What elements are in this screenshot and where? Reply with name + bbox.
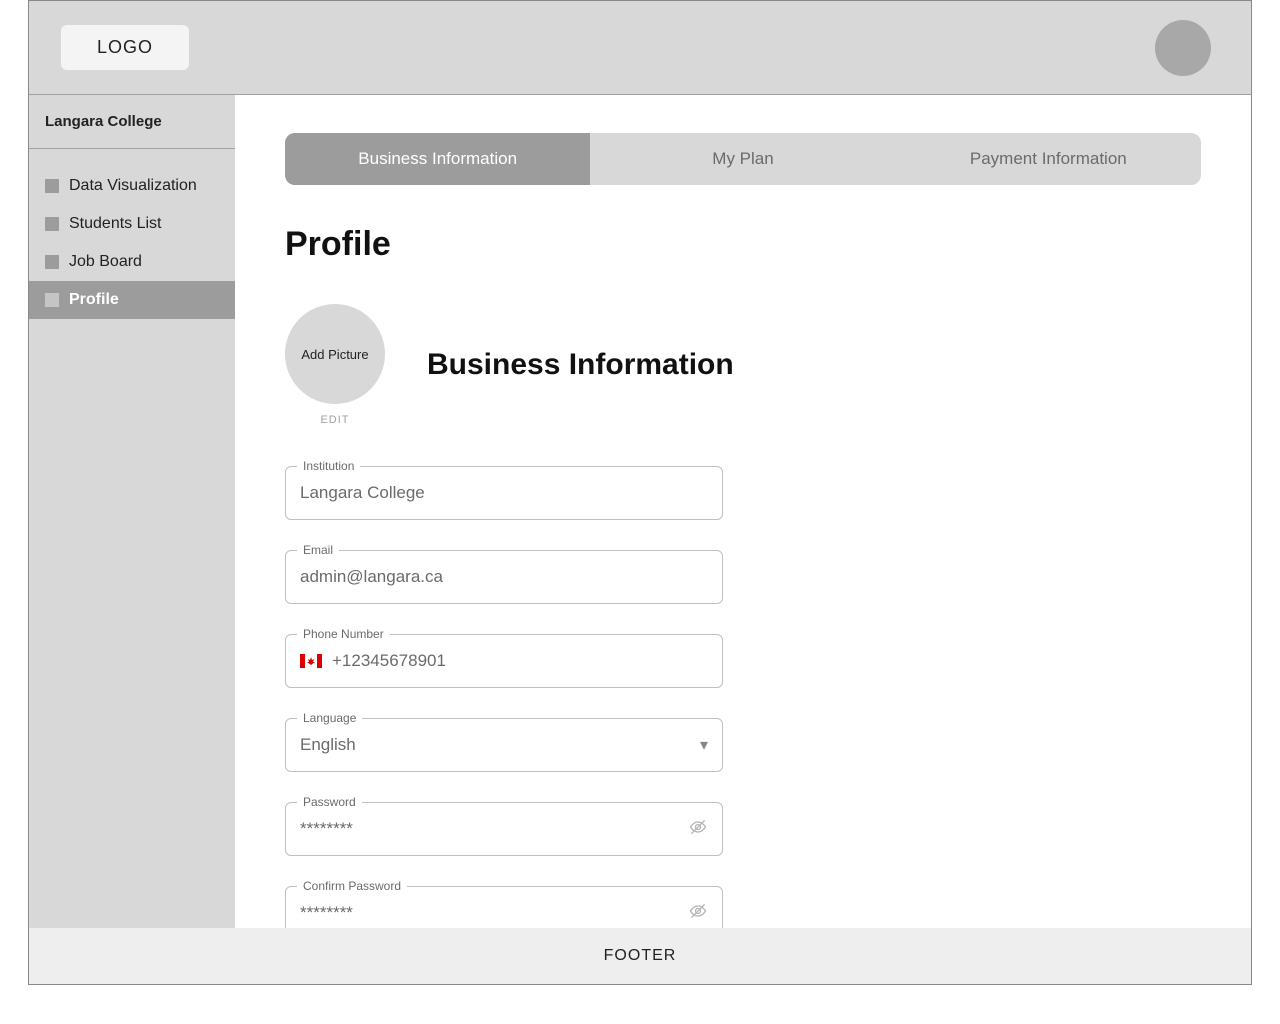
square-icon xyxy=(45,293,59,307)
language-select[interactable]: English ▾ xyxy=(285,718,723,772)
sidebar-item-job-board[interactable]: Job Board xyxy=(29,243,235,281)
email-input[interactable] xyxy=(300,567,708,587)
email-label: Email xyxy=(297,543,339,557)
org-name: Langara College xyxy=(29,95,235,149)
tab-my-plan[interactable]: My Plan xyxy=(590,133,895,185)
chevron-down-icon: ▾ xyxy=(700,735,708,755)
language-field-wrap: Language English ▾ xyxy=(285,718,723,772)
user-avatar[interactable] xyxy=(1155,20,1211,76)
sidebar-item-label: Profile xyxy=(69,291,119,309)
square-icon xyxy=(45,255,59,269)
section-title: Business Information xyxy=(427,348,734,382)
language-label: Language xyxy=(297,711,362,725)
edit-picture-link[interactable]: EDIT xyxy=(320,414,349,426)
canada-flag-icon xyxy=(300,654,322,668)
email-field-wrap: Email xyxy=(285,550,723,604)
sidebar-item-label: Students List xyxy=(69,215,162,233)
password-input[interactable] xyxy=(300,819,678,839)
tabs: Business Information My Plan Payment Inf… xyxy=(285,133,1201,185)
institution-input[interactable] xyxy=(300,483,708,503)
sidebar-item-label: Job Board xyxy=(69,253,142,271)
confirm-password-field-wrap: Confirm Password xyxy=(285,886,723,928)
square-icon xyxy=(45,217,59,231)
page-title: Profile xyxy=(285,225,1201,264)
confirm-password-label: Confirm Password xyxy=(297,879,407,893)
phone-field-wrap: Phone Number xyxy=(285,634,723,688)
eye-off-icon[interactable] xyxy=(688,901,708,926)
language-value: English xyxy=(300,735,690,755)
password-field-wrap: Password xyxy=(285,802,723,856)
phone-input[interactable] xyxy=(332,651,708,671)
main-content: Business Information My Plan Payment Inf… xyxy=(235,95,1251,928)
eye-off-icon[interactable] xyxy=(688,817,708,842)
sidebar-item-profile[interactable]: Profile xyxy=(29,281,235,319)
tab-business-information[interactable]: Business Information xyxy=(285,133,590,185)
logo[interactable]: LOGO xyxy=(61,25,189,70)
add-picture-button[interactable]: Add Picture xyxy=(285,304,385,404)
institution-label: Institution xyxy=(297,459,360,473)
square-icon xyxy=(45,179,59,193)
phone-label: Phone Number xyxy=(297,627,390,641)
tab-payment-information[interactable]: Payment Information xyxy=(896,133,1201,185)
sidebar-item-students-list[interactable]: Students List xyxy=(29,205,235,243)
sidebar-item-data-visualization[interactable]: Data Visualization xyxy=(29,167,235,205)
password-label: Password xyxy=(297,795,362,809)
header: LOGO xyxy=(29,1,1251,95)
confirm-password-input[interactable] xyxy=(300,903,678,923)
sidebar-item-label: Data Visualization xyxy=(69,177,197,195)
footer: FOOTER xyxy=(29,928,1251,984)
institution-field-wrap: Institution xyxy=(285,466,723,520)
sidebar: Langara College Data Visualization Stude… xyxy=(29,95,235,928)
